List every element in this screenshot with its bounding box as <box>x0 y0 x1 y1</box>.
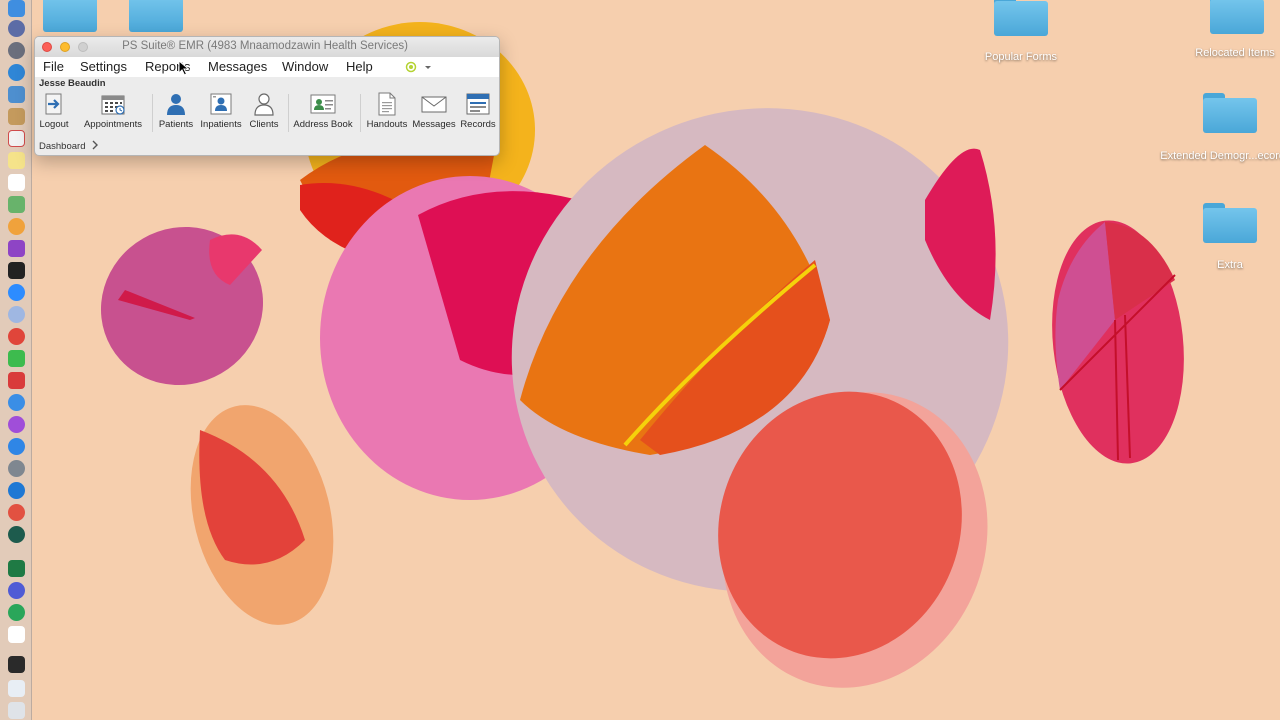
evernote-icon[interactable] <box>8 604 25 621</box>
desktop-icon-label[interactable]: Relocated Items <box>1170 46 1280 60</box>
desktop-icon-label[interactable]: Extra <box>1165 258 1280 272</box>
messages-button[interactable]: Messages <box>411 90 457 138</box>
minimize-button[interactable] <box>60 42 70 52</box>
music-icon[interactable] <box>8 394 25 411</box>
chrome-alt-icon[interactable] <box>8 504 25 521</box>
calendar-icon <box>101 95 125 115</box>
toolbar-label: Records <box>460 119 496 130</box>
launchpad-icon[interactable] <box>8 20 25 37</box>
notes-icon[interactable] <box>8 152 25 169</box>
system-preferences-icon[interactable] <box>8 460 25 477</box>
patients-button[interactable]: Patients <box>155 90 197 138</box>
photos-icon[interactable] <box>8 218 25 235</box>
menu-settings[interactable]: Settings <box>80 59 127 74</box>
folder-icon[interactable] <box>994 0 1048 36</box>
folder-icon[interactable] <box>1203 93 1257 133</box>
chevron-right-icon <box>92 140 99 150</box>
slack-icon[interactable] <box>8 626 25 643</box>
clients-button[interactable]: Clients <box>245 90 283 138</box>
app-store-icon[interactable] <box>8 438 25 455</box>
envelope-icon <box>421 96 447 113</box>
menu-messages[interactable]: Messages <box>208 59 267 74</box>
desktop-icon-label[interactable]: Popular Forms <box>956 50 1086 64</box>
messages-app-icon[interactable] <box>8 306 25 323</box>
chrome-icon[interactable] <box>8 328 25 345</box>
zoom-button[interactable] <box>78 42 88 52</box>
breadcrumb[interactable]: Dashboard <box>39 140 99 152</box>
menu-file[interactable]: File <box>43 59 64 74</box>
compass-icon[interactable] <box>8 64 25 81</box>
address-book-icon <box>310 94 336 114</box>
toolbar-label: Handouts <box>366 119 408 130</box>
emr-window: PS Suite® EMR (4983 Mnaamodzawin Health … <box>34 36 500 156</box>
toolbar-separator <box>360 94 361 132</box>
podcasts-icon[interactable] <box>8 416 25 433</box>
appointments-button[interactable]: Appointments <box>79 90 147 138</box>
photo-booth-icon[interactable] <box>8 372 25 389</box>
menu-help[interactable]: Help <box>346 59 373 74</box>
terminal-icon[interactable] <box>8 262 25 279</box>
records-icon <box>466 93 490 115</box>
logout-icon <box>45 93 62 115</box>
toolbar-label: Patients <box>158 119 194 130</box>
mail-icon[interactable] <box>8 86 25 103</box>
logout-button[interactable]: Logout <box>37 90 71 138</box>
contacts-icon[interactable] <box>8 108 25 125</box>
discord-icon[interactable] <box>8 582 25 599</box>
menu-window[interactable]: Window <box>282 59 328 74</box>
excel-icon[interactable] <box>8 560 25 577</box>
safari-icon[interactable] <box>8 42 25 59</box>
desktop-icon-label[interactable]: Extended Demogr...ecording <box>1150 149 1280 163</box>
trash-icon[interactable] <box>8 702 25 719</box>
handouts-button[interactable]: Handouts <box>365 90 409 138</box>
dock <box>0 0 32 720</box>
toolbar-label: Appointments <box>83 119 143 130</box>
teamviewer-icon[interactable] <box>8 482 25 499</box>
finder-icon[interactable] <box>8 0 25 17</box>
records-button[interactable]: Records <box>459 90 497 138</box>
zoom-icon[interactable] <box>8 284 25 301</box>
toolbar-label: Address Book <box>293 119 353 130</box>
star-app-icon[interactable] <box>8 240 25 257</box>
menu-bar: File Settings Reports Messages Window He… <box>35 57 499 77</box>
reminders-icon[interactable] <box>8 174 25 191</box>
folder-icon[interactable] <box>1203 203 1257 243</box>
dark-app-icon[interactable] <box>8 656 25 673</box>
inpatient-icon <box>210 93 232 115</box>
toolbar-separator <box>288 94 289 132</box>
toolbar-separator <box>152 94 153 132</box>
inpatients-button[interactable]: Inpatients <box>199 90 243 138</box>
folder-icon[interactable] <box>43 0 97 32</box>
window-title: PS Suite® EMR (4983 Mnaamodzawin Health … <box>122 40 408 52</box>
mouse-cursor-icon <box>178 60 190 76</box>
facetime-icon[interactable] <box>8 350 25 367</box>
preview-icon[interactable] <box>8 680 25 697</box>
current-user: Jesse Beaudin <box>39 78 106 89</box>
chatgpt-icon[interactable] <box>8 526 25 543</box>
folder-icon[interactable] <box>1210 0 1264 34</box>
toolbar: Logout Appointments Patients Inpatients … <box>35 90 499 138</box>
patient-icon <box>167 94 185 115</box>
breadcrumb-dashboard[interactable]: Dashboard <box>39 141 85 152</box>
connection-status-icon[interactable] <box>405 61 435 73</box>
document-icon <box>378 92 396 116</box>
toolbar-label: Messages <box>412 119 456 130</box>
maps-icon[interactable] <box>8 196 25 213</box>
close-button[interactable] <box>42 42 52 52</box>
toolbar-label: Logout <box>39 119 69 130</box>
client-icon <box>254 93 274 116</box>
toolbar-label: Clients <box>249 119 279 130</box>
calendar-app-icon[interactable] <box>8 130 25 147</box>
address-book-button[interactable]: Address Book <box>291 90 355 138</box>
toolbar-label: Inpatients <box>200 119 242 130</box>
folder-icon[interactable] <box>129 0 183 32</box>
title-bar[interactable]: PS Suite® EMR (4983 Mnaamodzawin Health … <box>35 37 499 57</box>
